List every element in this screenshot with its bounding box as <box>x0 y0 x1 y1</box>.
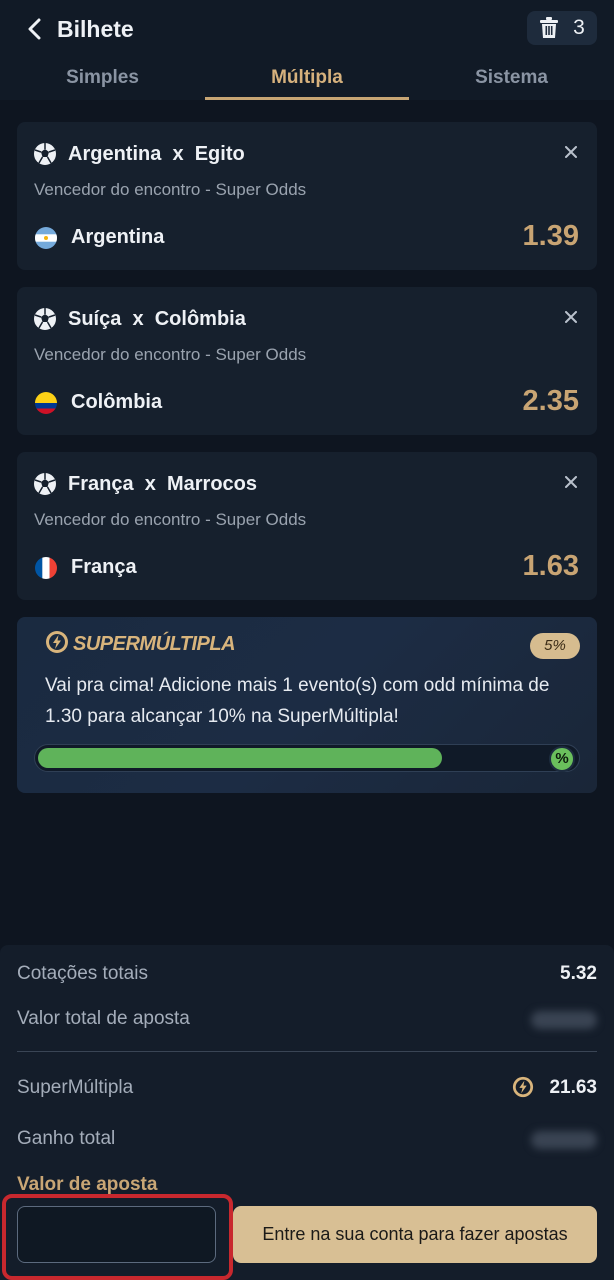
market-name: Vencedor do encontro - Super Odds <box>34 510 307 529</box>
selection-count: 3 <box>573 16 585 39</box>
selection-odd: 1.39 <box>522 220 579 252</box>
selection-card: França x Marrocos Vencedor do encontro -… <box>17 452 597 600</box>
total-win-label: Ganho total <box>17 1128 116 1149</box>
login-to-bet-button[interactable]: Entre na sua conta para fazer apostas <box>233 1206 597 1263</box>
argentina-flag-icon <box>35 227 57 249</box>
selection-card: Argentina x Egito Vencedor do encontro -… <box>17 122 597 270</box>
tab-simples[interactable]: Simples <box>0 58 205 100</box>
back-button[interactable] <box>20 14 50 44</box>
boost-percent-badge: 5% <box>530 633 580 659</box>
match-name: França x Marrocos <box>68 473 257 495</box>
super-multipla-message: Vai pra cima! Adicione mais 1 evento(s) … <box>45 675 550 727</box>
clear-slip-button[interactable]: 3 <box>527 11 597 45</box>
super-multipla-title: SUPERMÚLTIPLA <box>73 633 236 655</box>
close-icon <box>565 146 577 158</box>
tab-multipla[interactable]: Múltipla <box>205 58 409 100</box>
soccer-ball-icon <box>34 308 56 330</box>
boost-progress-fill <box>38 748 442 768</box>
super-multipla-banner: SUPERMÚLTIPLA 5% Vai pra cima! Adicione … <box>17 617 597 793</box>
remove-selection-button[interactable] <box>561 472 581 492</box>
page-title: Bilhete <box>57 16 134 42</box>
market-name: Vencedor do encontro - Super Odds <box>34 345 307 364</box>
total-stake-label: Valor total de aposta <box>17 1008 190 1029</box>
lightning-icon <box>46 631 68 653</box>
total-win-value <box>531 1131 597 1149</box>
selection-odd: 1.63 <box>522 550 579 582</box>
header: Bilhete 3 Simples Múltipla Sistema <box>0 0 614 100</box>
remove-selection-button[interactable] <box>561 142 581 162</box>
match-name: Suíça x Colômbia <box>68 308 246 330</box>
super-multipla-label: SuperMúltipla <box>17 1077 134 1098</box>
close-icon <box>565 476 577 488</box>
total-odds-value: 5.32 <box>560 963 597 984</box>
total-stake-value <box>531 1011 597 1029</box>
soccer-ball-icon <box>34 473 56 495</box>
active-tab-indicator <box>205 97 409 100</box>
lightning-icon <box>512 1076 534 1098</box>
bet-type-tabs: Simples Múltipla Sistema <box>0 58 614 100</box>
france-flag-icon <box>35 557 57 579</box>
selection-card: Suíça x Colômbia Vencedor do encontro - … <box>17 287 597 435</box>
colombia-flag-icon <box>35 392 57 414</box>
stake-input[interactable] <box>17 1206 216 1263</box>
divider <box>17 1051 597 1052</box>
total-odds-label: Cotações totais <box>17 963 148 984</box>
market-name: Vencedor do encontro - Super Odds <box>34 180 307 199</box>
tab-sistema[interactable]: Sistema <box>409 58 614 100</box>
close-icon <box>565 311 577 323</box>
selection-pick: França <box>71 556 137 578</box>
selection-odd: 2.35 <box>522 385 579 417</box>
selection-pick: Argentina <box>71 226 165 248</box>
boost-progress-bar <box>34 744 580 772</box>
remove-selection-button[interactable] <box>561 307 581 327</box>
match-name: Argentina x Egito <box>68 143 245 165</box>
super-multipla-value: 21.63 <box>549 1077 597 1098</box>
chevron-left-icon <box>28 18 41 40</box>
selection-pick: Colômbia <box>71 391 163 413</box>
soccer-ball-icon <box>34 143 56 165</box>
percent-icon: % <box>549 746 575 772</box>
trash-icon <box>540 17 559 38</box>
